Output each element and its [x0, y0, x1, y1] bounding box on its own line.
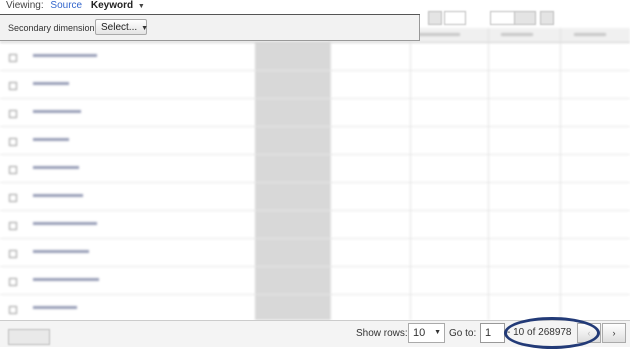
search-input[interactable] — [444, 11, 466, 25]
secondary-dimension-label: Secondary dimension: — [8, 23, 98, 33]
chevron-down-icon[interactable]: ▼ — [138, 3, 145, 10]
row-checkbox[interactable] — [9, 138, 17, 146]
plot-rows-button[interactable] — [8, 329, 50, 345]
view-toggle[interactable] — [514, 11, 536, 25]
table-row — [0, 98, 630, 127]
table-row — [0, 42, 630, 71]
previous-page-button[interactable]: ‹ — [577, 323, 601, 343]
secondary-dimension-select[interactable]: Select... ▼ — [95, 19, 149, 35]
select-label: Select... — [101, 22, 138, 33]
row-checkbox[interactable] — [9, 306, 17, 314]
view-grid-icon[interactable] — [540, 11, 554, 25]
rows-per-page-select[interactable]: 10 ▼ — [408, 323, 445, 343]
secondary-dimension-panel: Secondary dimension: Select... ▼ — [0, 15, 420, 41]
chevron-right-icon: › — [612, 328, 616, 338]
table-toolbar — [420, 10, 630, 28]
show-rows-label: Show rows: — [356, 328, 408, 339]
source-link[interactable]: Source — [50, 0, 82, 11]
table-row — [0, 126, 630, 155]
search-icon[interactable] — [428, 11, 442, 25]
goto-label: Go to: — [449, 328, 477, 339]
row-checkbox[interactable] — [9, 250, 17, 258]
table-row — [0, 70, 630, 99]
row-checkbox[interactable] — [9, 278, 17, 286]
table-row — [0, 182, 630, 211]
viewing-label: Viewing: — [6, 0, 44, 11]
row-checkbox[interactable] — [9, 222, 17, 230]
table-row — [0, 294, 630, 323]
data-table — [0, 28, 630, 323]
row-range-text: - 10 of 268978 — [507, 327, 572, 338]
page-number-input[interactable]: 1 — [480, 323, 505, 343]
table-row — [0, 238, 630, 267]
rows-per-page-value: 10 — [413, 327, 426, 339]
row-checkbox[interactable] — [9, 54, 17, 62]
viewing-bar: Viewing: Source Keyword ▼ — [0, 0, 420, 15]
row-checkbox[interactable] — [9, 194, 17, 202]
table-row — [0, 266, 630, 295]
table-footer: Show rows: 10 ▼ Go to: 1 - 10 of 268978 … — [0, 320, 630, 347]
table-row — [0, 154, 630, 183]
page-number-value: 1 — [485, 327, 492, 339]
row-checkbox[interactable] — [9, 166, 17, 174]
chevron-left-icon: ‹ — [587, 328, 591, 338]
chevron-down-icon: ▼ — [141, 25, 149, 32]
keyword-dimension[interactable]: Keyword — [91, 0, 133, 11]
row-checkbox[interactable] — [9, 82, 17, 90]
row-checkbox[interactable] — [9, 110, 17, 118]
chevron-down-icon: ▼ — [434, 329, 441, 336]
next-page-button[interactable]: › — [602, 323, 626, 343]
table-row — [0, 210, 630, 239]
